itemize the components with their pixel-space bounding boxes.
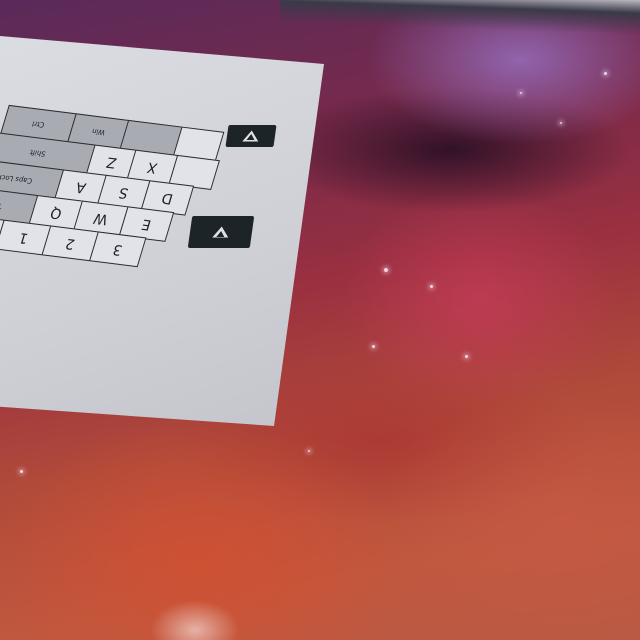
star-sparkle	[465, 355, 468, 358]
star-sparkle	[520, 92, 522, 94]
triangle-marker-icon	[225, 125, 277, 147]
star-sparkle	[604, 72, 607, 75]
star-sparkle	[430, 285, 433, 288]
star-sparkle	[560, 122, 562, 124]
star-sparkle	[384, 268, 388, 272]
photo-scene: Ctrl Win Shift Z X Caps Lock A S D Tab Q…	[0, 0, 640, 640]
star-sparkle	[308, 450, 310, 452]
star-sparkle	[372, 345, 375, 348]
triangle-marker-icon	[187, 216, 255, 248]
star-sparkle	[20, 470, 23, 473]
key[interactable]: 3	[88, 231, 147, 268]
